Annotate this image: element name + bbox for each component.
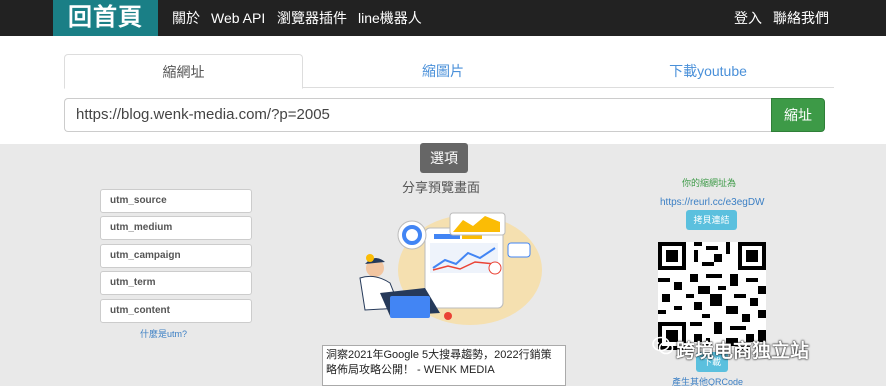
- nav-contact-link[interactable]: 聯絡我們: [773, 0, 829, 36]
- watermark: 跨境电商独立站: [676, 341, 810, 362]
- short-url-link[interactable]: https://reurl.cc/e3egDW: [660, 197, 764, 208]
- nav-about-link[interactable]: 關於: [172, 0, 200, 36]
- navbar: 回首頁 關於 Web API 瀏覽器插件 line機器人 登入 聯絡我們: [0, 0, 886, 36]
- wechat-logo-icon: [652, 336, 674, 355]
- utm-source-input[interactable]: utm_source: [100, 189, 252, 213]
- preview-title: 分享預覽畫面: [402, 180, 481, 195]
- shorten-panel: 縮網址 縮圖片 下載youtube https://blog.wenk-medi…: [0, 36, 886, 144]
- nav-browser-extension-link[interactable]: 瀏覽器插件: [277, 0, 347, 36]
- nav-web-api-link[interactable]: Web API: [211, 0, 265, 36]
- nav-line-bot-link[interactable]: line機器人: [358, 0, 422, 36]
- url-input[interactable]: https://blog.wenk-media.com/?p=2005: [64, 98, 772, 132]
- copy-link-button[interactable]: 拷貝連結: [686, 210, 737, 230]
- tab-download-youtube[interactable]: 下載youtube: [582, 54, 834, 88]
- tab-shorten-url[interactable]: 縮網址: [64, 54, 303, 89]
- utm-medium-input[interactable]: utm_medium: [100, 216, 252, 240]
- tab-bar: 縮網址 縮圖片 下載youtube: [64, 54, 834, 89]
- home-brand-link[interactable]: 回首頁: [53, 0, 158, 36]
- qr-code: [658, 242, 766, 350]
- other-qrcode-link[interactable]: 產生其他QRCode: [672, 375, 743, 386]
- tab-shorten-image[interactable]: 縮圖片: [304, 54, 582, 88]
- preview-description[interactable]: 洞察2021年Google 5大搜尋趨勢，2022行銷策略佈局攻略公開！ - W…: [322, 345, 566, 386]
- short-url-label: 你的縮網址為: [682, 178, 737, 188]
- utm-help-link[interactable]: 什麼是utm?: [140, 327, 187, 340]
- utm-campaign-input[interactable]: utm_campaign: [100, 244, 252, 268]
- utm-content-input[interactable]: utm_content: [100, 299, 252, 323]
- preview-illustration: [359, 212, 542, 325]
- utm-term-input[interactable]: utm_term: [100, 271, 252, 295]
- shorten-button[interactable]: 縮址: [771, 98, 825, 132]
- nav-login-link[interactable]: 登入: [734, 0, 762, 36]
- options-button[interactable]: 選項: [420, 143, 468, 173]
